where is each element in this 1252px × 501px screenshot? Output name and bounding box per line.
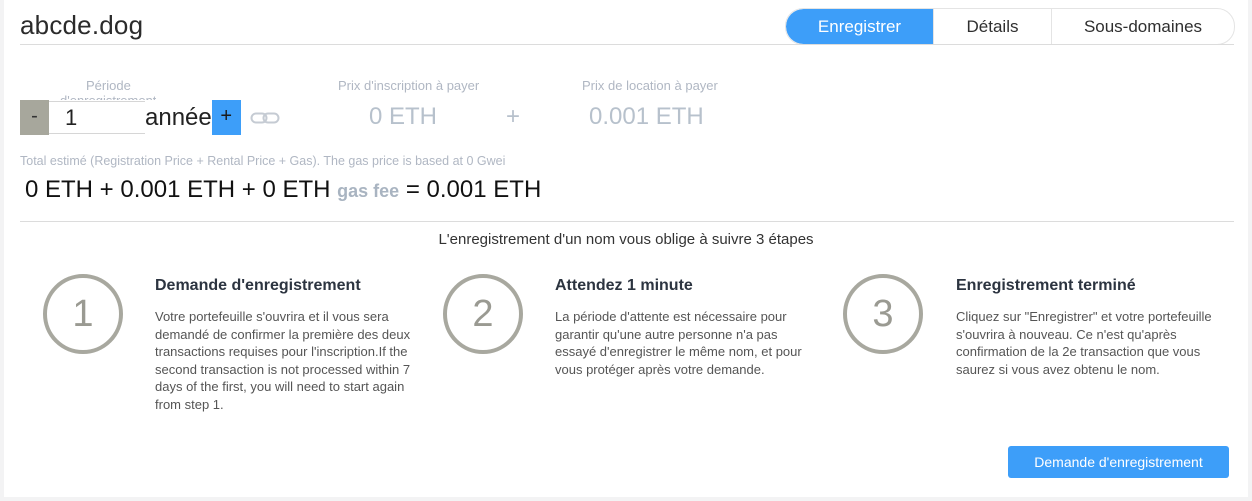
step-2-circle: 2 [443, 274, 523, 354]
tab-bar: Enregistrer Détails Sous-domaines [785, 8, 1235, 45]
gas-fee-label: gas fee [337, 181, 400, 201]
request-registration-button[interactable]: Demande d'enregistrement [1008, 446, 1229, 478]
step-2-title: Attendez 1 minute [555, 277, 693, 294]
total-estimate-label: Total estimé (Registration Price + Renta… [20, 154, 506, 168]
section-divider [20, 221, 1234, 222]
period-input[interactable] [49, 101, 145, 134]
period-stepper: - année + [20, 100, 280, 135]
steps-title: L'enregistrement d'un nom vous oblige à … [438, 231, 814, 248]
step-1-title: Demande d'enregistrement [155, 277, 361, 294]
step-3-title: Enregistrement terminé [956, 277, 1136, 294]
total-result: = 0.001 ETH [405, 176, 542, 203]
increment-button[interactable]: + [211, 100, 241, 135]
total-estimate: 0 ETH + 0.001 ETH + 0 ETH gas fee = 0.00… [25, 176, 541, 204]
step-3-circle: 3 [843, 274, 923, 354]
period-sublabel: d'enregistrement [60, 93, 156, 100]
link-icon[interactable] [250, 110, 280, 126]
tab-details[interactable]: Détails [933, 9, 1051, 44]
registration-card: abcde.dog Enregistrer Détails Sous-domai… [4, 0, 1248, 497]
rental-price-label: Prix de location à payer [582, 78, 718, 93]
plus-sign: + [506, 103, 521, 130]
header-divider [20, 44, 1234, 45]
step-3-text: Cliquez sur "Enregistrer" et votre porte… [956, 309, 1212, 377]
total-expression: 0 ETH + 0.001 ETH + 0 ETH [25, 176, 331, 203]
step-1-circle: 1 [43, 274, 123, 354]
period-unit: année [145, 103, 212, 131]
decrement-button[interactable]: - [20, 100, 49, 135]
tab-register[interactable]: Enregistrer [786, 9, 933, 44]
tab-subdomains[interactable]: Sous-domaines [1051, 9, 1234, 44]
period-label: Période [86, 78, 131, 93]
step-1-text: Votre portefeuille s'ouvrira et il vous … [155, 309, 411, 412]
registration-price-label: Prix d'inscription à payer [338, 78, 480, 93]
domain-title: abcde.dog [20, 10, 144, 40]
step-2-text: La période d'attente est nécessaire pour… [555, 309, 802, 377]
rental-price-value: 0.001 ETH [589, 103, 704, 130]
registration-price-value: 0 ETH [369, 103, 438, 130]
